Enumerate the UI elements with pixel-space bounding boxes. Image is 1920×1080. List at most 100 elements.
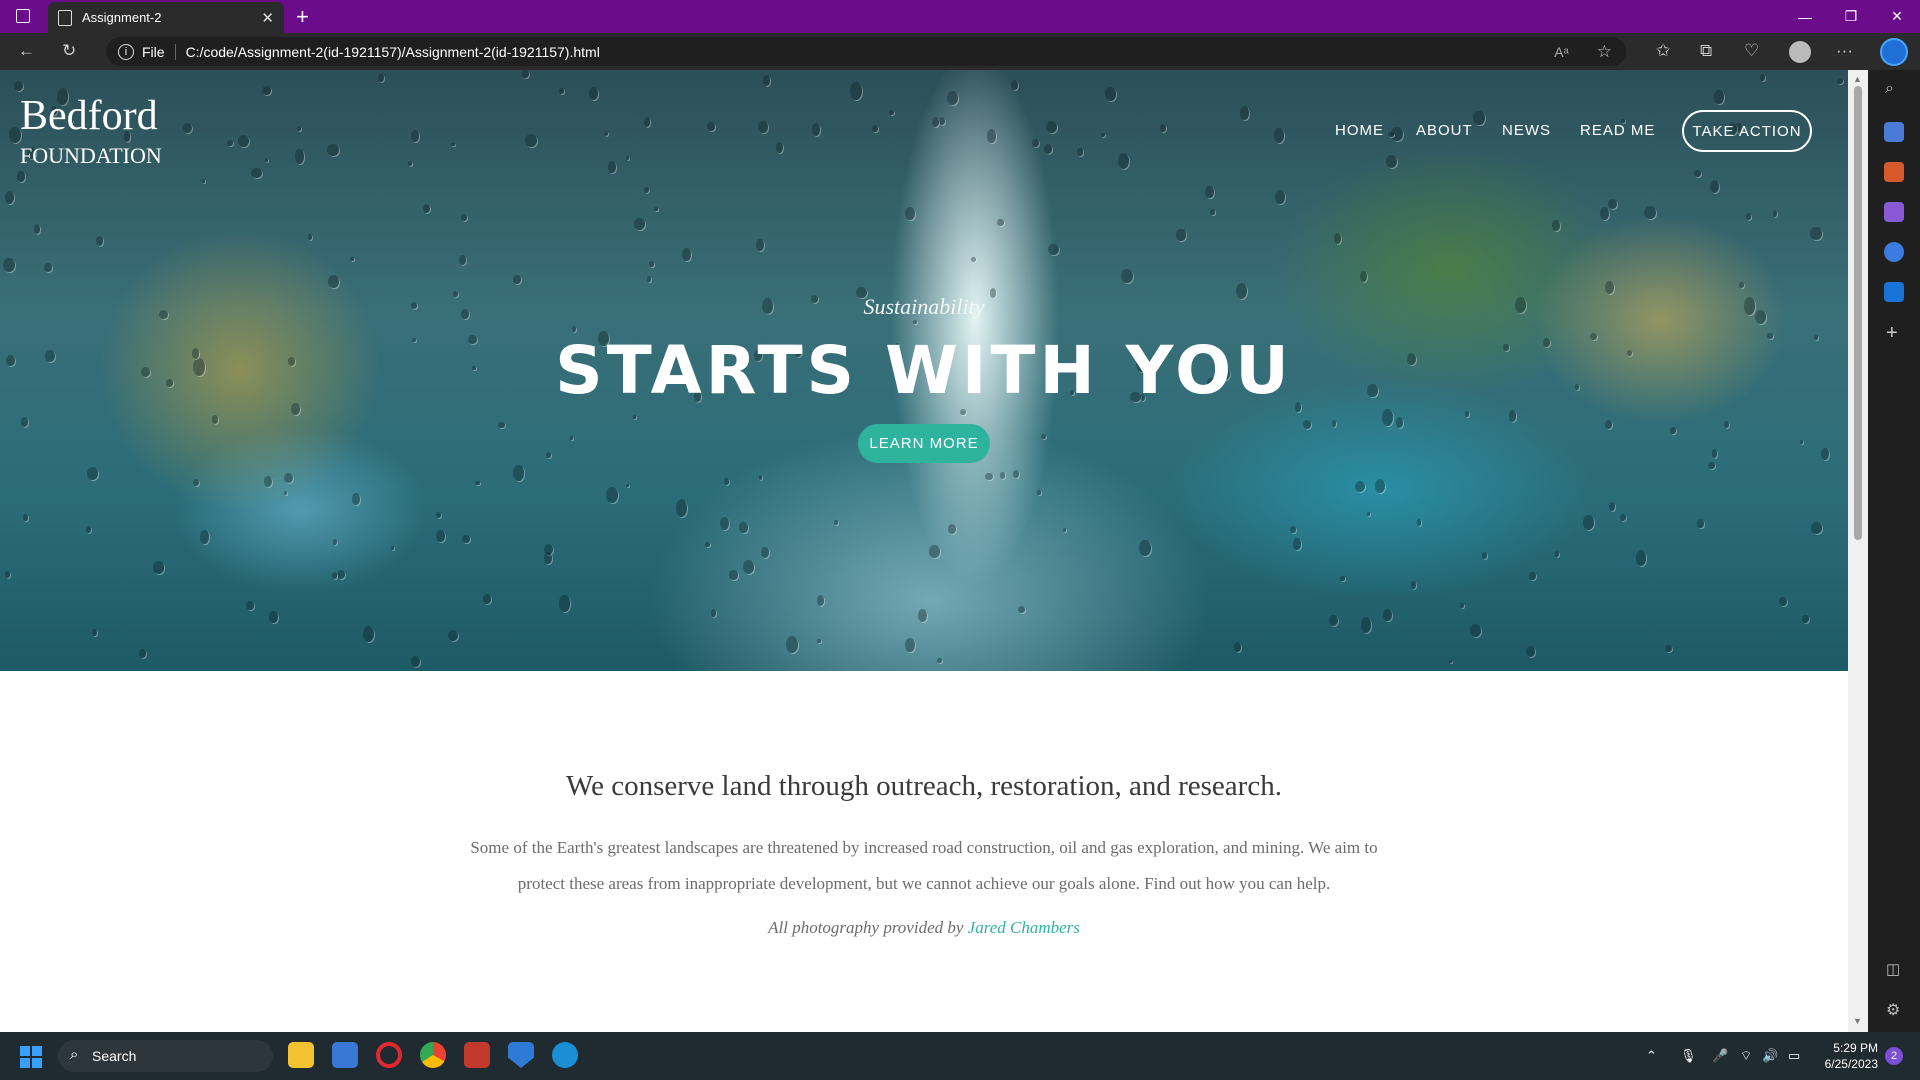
raindrop [1738, 282, 1744, 289]
page-scrollbar[interactable]: ▲ ▼ [1848, 70, 1868, 1032]
start-windows-icon[interactable] [20, 1046, 42, 1068]
restore-icon[interactable]: ❐ [1828, 0, 1874, 33]
collections-icon[interactable]: ⧉ [1700, 42, 1712, 60]
nav-home[interactable]: HOME [1335, 122, 1384, 139]
opera-icon[interactable] [376, 1042, 402, 1068]
edge-sidebar: ⌕ + ◫ ⚙ [1868, 70, 1920, 1032]
raindrop [5, 570, 10, 578]
raindrop [543, 551, 552, 564]
nav-news[interactable]: NEWS [1502, 122, 1551, 139]
logo-foundation[interactable]: FOUNDATION [20, 143, 162, 169]
minimize-icon[interactable]: — [1782, 0, 1828, 33]
raindrop [758, 475, 762, 480]
vpn-shield-icon[interactable] [508, 1042, 534, 1068]
raindrop [447, 629, 459, 642]
raindrop [633, 415, 637, 419]
raindrop [1037, 490, 1041, 495]
file-explorer-icon[interactable] [288, 1042, 314, 1068]
bing-chat-icon[interactable] [1880, 38, 1908, 66]
raindrop [558, 595, 571, 612]
clock[interactable]: 5:29 PM 6/25/2023 [1818, 1040, 1878, 1072]
raindrop [762, 75, 771, 86]
tray-chevron-icon[interactable]: ⌃ [1646, 1048, 1657, 1064]
wifi-icon[interactable]: ⌔ [1740, 1048, 1752, 1064]
browser-tab[interactable]: Assignment-2 ✕ [48, 2, 284, 33]
url-text[interactable]: C:/code/Assignment-2(id-1921157)/Assignm… [186, 44, 600, 60]
refresh-icon[interactable]: ↻ [62, 42, 76, 60]
app-icon[interactable] [464, 1042, 490, 1068]
favorites-icon[interactable]: ✩ [1656, 42, 1670, 60]
hide-sidebar-icon[interactable]: ◫ [1886, 960, 1900, 978]
raindrop [328, 274, 339, 288]
profile-avatar[interactable] [1789, 41, 1811, 63]
nav-read-me[interactable]: READ ME [1580, 122, 1655, 139]
raindrop [264, 157, 269, 162]
raindrop [1821, 447, 1830, 460]
raindrop [1555, 550, 1560, 557]
add-sidebar-app-icon[interactable]: + [1886, 322, 1898, 345]
read-aloud-icon[interactable]: Aᵃ [1554, 44, 1569, 60]
raindrop [1528, 571, 1537, 581]
chrome-icon[interactable] [420, 1042, 446, 1068]
raindrop [451, 142, 455, 147]
notification-badge[interactable]: 2 [1885, 1047, 1903, 1065]
raindrop [739, 521, 748, 534]
office-icon[interactable] [1884, 242, 1904, 262]
raindrop [44, 262, 53, 273]
raindrop [1525, 646, 1536, 657]
raindrop [1383, 609, 1392, 621]
close-tab-icon[interactable]: ✕ [261, 9, 274, 27]
raindrop [1745, 212, 1751, 221]
info-icon[interactable]: i [118, 43, 134, 60]
search-icon[interactable]: ⌕ [1885, 80, 1894, 98]
mic-off-icon[interactable]: 🎙 [1680, 1048, 1697, 1064]
raindrop [724, 478, 730, 486]
scroll-down-arrow[interactable]: ▼ [1853, 1016, 1862, 1026]
raindrop [644, 186, 650, 193]
volume-icon[interactable]: 🔊 [1762, 1048, 1778, 1064]
take-action-button[interactable]: TAKE ACTION [1682, 110, 1812, 152]
address-bar[interactable]: i File C:/code/Assignment-2(id-1921157)/… [106, 37, 1626, 66]
tools-icon[interactable] [1884, 162, 1904, 182]
scrollbar-thumb[interactable] [1854, 86, 1862, 540]
edge-icon[interactable] [552, 1042, 578, 1068]
sidebar-settings-icon[interactable]: ⚙ [1886, 1000, 1900, 1020]
raindrop [872, 125, 878, 132]
new-tab-button[interactable]: + [296, 4, 309, 30]
raindrop [1693, 169, 1701, 178]
raindrop [1724, 420, 1730, 428]
more-menu-icon[interactable]: ··· [1836, 42, 1853, 60]
raindrop [459, 255, 466, 266]
store-icon[interactable] [332, 1042, 358, 1068]
taskbar-search-label: Search [92, 1048, 137, 1064]
raindrop [1105, 86, 1116, 101]
taskbar-search[interactable]: ⌕ Search [58, 1040, 273, 1072]
hero-subtitle: Sustainability [863, 294, 985, 319]
learn-more-button[interactable]: LEARN MORE [858, 424, 990, 463]
browser-essentials-icon[interactable]: ♡ [1744, 42, 1759, 60]
raindrop [648, 260, 655, 267]
raindrop [1809, 227, 1822, 240]
tab-actions-icon[interactable] [16, 9, 30, 23]
back-icon[interactable]: ← [18, 42, 35, 60]
outlook-icon[interactable] [1884, 282, 1904, 302]
nav-about[interactable]: ABOUT [1416, 122, 1473, 139]
games-icon[interactable] [1884, 202, 1904, 222]
scroll-up-arrow[interactable]: ▲ [1853, 74, 1862, 84]
browser-title-bar: Assignment-2 ✕ + — ❐ ✕ [0, 0, 1920, 33]
site-info-label[interactable]: File [142, 44, 165, 60]
shopping-icon[interactable] [1884, 122, 1904, 142]
windows-taskbar: ⌕ Search ⌃ 🎙 🎤 ⌔ 🔊 ▭ 5:29 PM 6/25/2023 2 [0, 1032, 1920, 1080]
raindrop [1233, 641, 1241, 653]
credit-link[interactable]: Jared Chambers [968, 918, 1080, 937]
raindrop [939, 116, 945, 125]
battery-icon[interactable]: ▭ [1788, 1048, 1800, 1064]
raindrop [1040, 433, 1046, 439]
raindrop [269, 611, 279, 623]
raindrop [1374, 478, 1386, 493]
close-window-icon[interactable]: ✕ [1874, 0, 1920, 33]
favorite-star-icon[interactable]: ☆ [1597, 42, 1612, 62]
raindrop [1552, 220, 1561, 231]
mic-icon[interactable]: 🎤 [1712, 1048, 1728, 1064]
logo-bedford[interactable]: Bedford [20, 92, 158, 140]
